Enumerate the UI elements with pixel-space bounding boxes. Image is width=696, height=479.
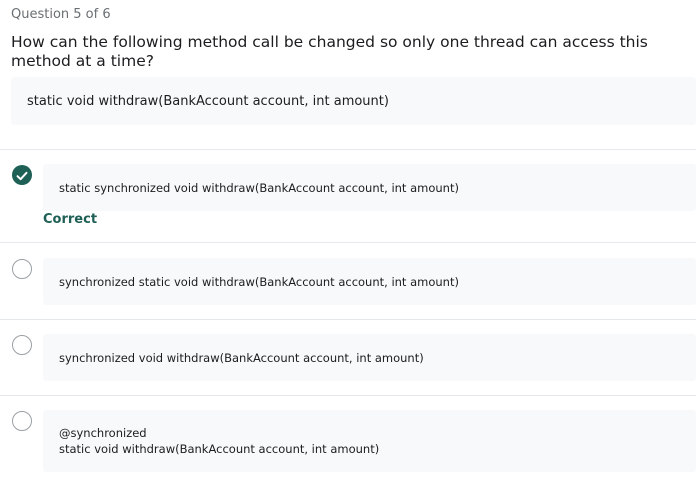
answer-option-1-text: static synchronized void withdraw(BankAc… (59, 180, 459, 195)
answer-option-4-line-1: @synchronized (59, 426, 147, 440)
answer-option-1[interactable]: static synchronized void withdraw(BankAc… (43, 164, 696, 211)
question-counter: Question 5 of 6 (11, 7, 111, 22)
question-code-block: static void withdraw(BankAccount account… (11, 77, 696, 125)
answer-feedback: Correct (43, 212, 98, 227)
divider (0, 319, 696, 320)
answer-radio-2[interactable] (12, 259, 32, 279)
divider (0, 149, 696, 150)
answer-option-2-text: synchronized static void withdraw(BankAc… (59, 274, 459, 289)
checkmark-icon (16, 166, 28, 185)
answer-option-4-line-2: static void withdraw(BankAccount account… (59, 442, 380, 456)
divider (0, 395, 696, 396)
divider (0, 242, 696, 243)
question-prompt: How can the following method call be cha… (11, 33, 648, 70)
answer-option-2[interactable]: synchronized static void withdraw(BankAc… (43, 258, 696, 305)
answer-radio-4[interactable] (12, 411, 32, 431)
answer-option-4[interactable]: @synchronized static void withdraw(BankA… (43, 410, 696, 472)
question-code: static void withdraw(BankAccount account… (27, 93, 389, 109)
answer-option-3-text: synchronized void withdraw(BankAccount a… (59, 350, 424, 365)
answer-option-3[interactable]: synchronized void withdraw(BankAccount a… (43, 334, 696, 381)
answer-radio-1[interactable] (12, 165, 32, 185)
answer-radio-3[interactable] (12, 335, 32, 355)
